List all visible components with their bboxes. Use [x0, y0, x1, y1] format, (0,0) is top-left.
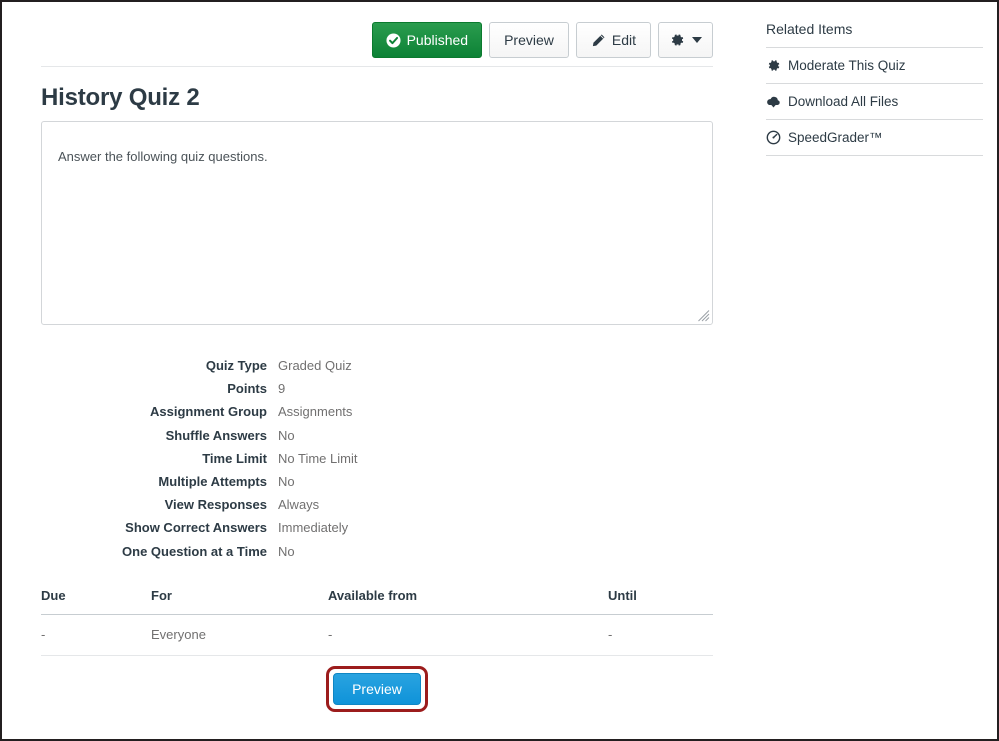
preview-button-container: Preview — [41, 666, 713, 712]
detail-value: No — [278, 543, 295, 559]
resize-handle-icon[interactable] — [697, 309, 710, 322]
detail-label: Shuffle Answers — [165, 427, 267, 443]
sidebar-item-speedgrader[interactable]: SpeedGrader™ — [766, 120, 983, 155]
detail-row: One Question at a Time No — [41, 544, 713, 567]
table-header-row: Due For Available from Until — [41, 588, 713, 615]
download-cloud-icon — [766, 94, 781, 109]
sidebar-divider — [766, 155, 983, 156]
detail-label: Time Limit — [202, 450, 267, 466]
gear-icon — [766, 58, 781, 73]
published-label: Published — [406, 32, 469, 48]
edit-button[interactable]: Edit — [575, 22, 651, 58]
check-circle-icon — [386, 32, 401, 48]
cell-until: - — [608, 614, 713, 656]
sidebar-item-label: Download All Files — [788, 94, 899, 109]
preview-label-top: Preview — [504, 32, 554, 48]
detail-value: No — [278, 473, 295, 489]
detail-label: Show Correct Answers — [125, 520, 267, 536]
table-row: - Everyone - - — [41, 614, 713, 656]
detail-row: Shuffle Answers No — [41, 428, 713, 451]
cell-for: Everyone — [151, 614, 328, 656]
detail-value: Always — [278, 497, 320, 513]
edit-label: Edit — [611, 32, 636, 48]
detail-row: View Responses Always — [41, 497, 713, 520]
chevron-down-icon — [692, 37, 702, 43]
sidebar-item-download-all-files[interactable]: Download All Files — [766, 84, 983, 119]
quiz-toolbar: Published Preview Edit — [41, 22, 713, 62]
detail-value: No Time Limit — [278, 450, 358, 466]
detail-row: Time Limit No Time Limit — [41, 451, 713, 474]
preview-highlight-annotation: Preview — [326, 666, 428, 712]
cell-available-from: - — [328, 614, 608, 656]
preview-label-bottom: Preview — [352, 681, 402, 697]
quiz-detail-list: Quiz Type Graded Quiz Points 9 Assignmen… — [41, 358, 713, 567]
preview-button-top[interactable]: Preview — [489, 22, 569, 58]
cell-due: - — [41, 614, 151, 656]
detail-label: Quiz Type — [205, 358, 267, 373]
toolbar-divider — [41, 66, 713, 67]
quiz-settings-menu-button[interactable] — [658, 22, 713, 58]
quiz-description-text: Answer the following quiz questions. — [58, 149, 268, 164]
published-status-button[interactable]: Published — [371, 22, 483, 58]
detail-label: View Responses — [164, 497, 267, 513]
quiz-description-box[interactable]: Answer the following quiz questions. — [41, 121, 713, 325]
sidebar-item-moderate-this-quiz[interactable]: Moderate This Quiz — [766, 48, 983, 83]
column-header-until: Until — [608, 588, 713, 615]
sidebar-item-label: SpeedGrader™ — [788, 130, 883, 145]
detail-value: Assignments — [278, 404, 353, 420]
column-header-available-from: Available from — [328, 588, 608, 615]
detail-row: Show Correct Answers Immediately — [41, 520, 713, 543]
detail-row: Assignment Group Assignments — [41, 404, 713, 427]
sidebar-title: Related Items — [766, 21, 853, 37]
preview-button-bottom[interactable]: Preview — [333, 673, 421, 705]
column-header-due: Due — [41, 588, 151, 615]
detail-row: Points 9 — [41, 381, 713, 404]
quiz-details-page: Published Preview Edit History Quiz 2 An… — [0, 0, 999, 741]
detail-value: Graded Quiz — [278, 358, 352, 373]
gear-icon — [669, 32, 685, 48]
detail-value: 9 — [278, 381, 286, 397]
page-title: History Quiz 2 — [41, 84, 200, 111]
detail-value: No — [278, 427, 295, 443]
column-header-for: For — [151, 588, 328, 615]
detail-label: One Question at a Time — [122, 543, 267, 559]
detail-label: Assignment Group — [149, 404, 267, 420]
availability-table: Due For Available from Until - Everyone … — [41, 588, 713, 656]
detail-value: Immediately — [278, 520, 349, 536]
related-items-sidebar: Related Items Moderate This Quiz Downloa… — [766, 21, 983, 156]
speedometer-icon — [766, 130, 781, 145]
detail-row: Quiz Type Graded Quiz — [41, 358, 713, 381]
pencil-icon — [591, 33, 606, 48]
sidebar-item-label: Moderate This Quiz — [788, 58, 906, 73]
detail-label: Points — [227, 381, 267, 397]
detail-row: Multiple Attempts No — [41, 474, 713, 497]
detail-label: Multiple Attempts — [158, 473, 267, 489]
